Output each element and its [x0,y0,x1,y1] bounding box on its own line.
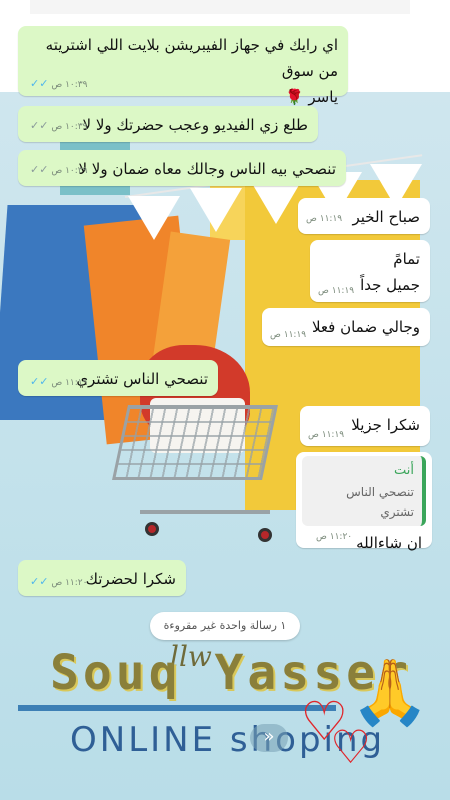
read-ticks-icon: ✓✓ [30,163,52,176]
quoted-message[interactable]: أنت تنصحي الناس تشتري [302,456,426,526]
message-time: ١١:٢٠ ص [51,578,88,588]
quoted-text: تنصحي الناس تشتري [346,485,414,519]
read-ticks-icon: ✓✓ [30,375,52,388]
outgoing-message[interactable]: طلع زي الفيديو وعجب حضرتك ولا لا ✓✓ ١٠:٣… [18,106,318,142]
top-cropped-message [30,0,410,14]
message-time: ١٠:٣٩ ص [51,166,88,176]
wallpaper-brand-underline [18,705,336,711]
wallpaper-cart-icon [112,405,278,480]
message-time: ١١:١٩ ص [306,214,343,224]
outgoing-message[interactable]: اي رايك في جهاز الفيبريشن بلايت اللي اشت… [18,26,348,106]
incoming-message[interactable]: وجالي ضمان فعلا ١١:١٩ ص [262,308,430,346]
wallpaper-cart-wheel [145,522,159,536]
message-meta: ١١:١٩ ص [306,214,342,224]
wallpaper-cart-wheel [258,528,272,542]
wallpaper-flag [128,196,180,240]
message-meta: ١١:١٩ ص [270,330,306,340]
outgoing-message[interactable]: تنصحي بيه الناس وجالك معاه ضمان ولا لا ✓… [18,150,346,186]
incoming-message[interactable]: تمامً جميل جداً ١١:١٩ ص [310,240,430,302]
praying-hands-icon: 🙏 [350,656,430,730]
wallpaper-cart-base [140,510,270,514]
wallpaper-flag [190,188,242,232]
incoming-message[interactable]: صباح الخير ١١:١٩ ص [298,198,430,234]
message-meta: ✓✓ ١٠:٣٩ ص [28,77,87,90]
message-time: ١١:١٩ ص [270,330,307,340]
message-meta: ١١:١٩ ص [318,286,354,296]
message-meta: ✓✓ ١١:١٩ ص [28,375,87,388]
message-meta: ✓✓ ١٠:٣٩ ص [28,163,87,176]
message-time: ١١:٢٠ ص [316,532,353,542]
message-meta: ✓✓ ١٠:٣٩ ص [28,119,87,132]
message-time: ١١:١٩ ص [51,378,88,388]
message-text: تمامً [393,250,420,268]
outgoing-message[interactable]: شكرا لحضرتك ✓✓ ١١:٢٠ ص [18,560,186,596]
message-meta: ١١:٢٠ ص [316,532,352,542]
read-ticks-icon: ✓✓ [30,77,52,90]
read-ticks-icon: ✓✓ [30,119,52,132]
forward-arrow-icon[interactable]: » [250,724,288,752]
message-time: ١١:١٩ ص [318,286,355,296]
message-time: ١٠:٣٩ ص [51,80,88,90]
read-ticks-icon: ✓✓ [30,575,52,588]
incoming-reply-message[interactable]: أنت تنصحي الناس تشتري ان شاءالله ١١:٢٠ ص [296,452,432,552]
outgoing-message[interactable]: تنصحي الناس تشتري ✓✓ ١١:١٩ ص [18,360,218,396]
unread-messages-banner: ١ رسالة واحدة غير مقروءة [150,612,300,640]
message-meta: ✓✓ ١١:٢٠ ص [28,575,87,588]
incoming-message[interactable]: شكرا جزيلا ١١:١٩ ص [300,406,430,446]
message-time: ١١:١٩ ص [308,430,345,440]
wallpaper-flag [250,180,302,224]
message-time: ١٠:٣٩ ص [51,122,88,132]
message-meta: ١١:١٩ ص [308,430,344,440]
quoted-sender: أنت [394,463,414,478]
